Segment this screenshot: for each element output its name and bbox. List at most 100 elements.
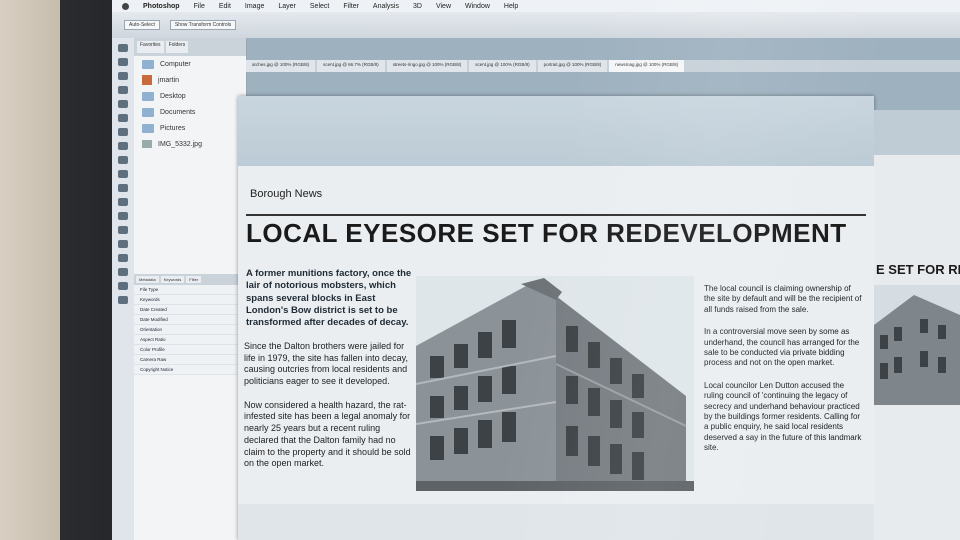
favorite-image-file[interactable]: IMG_5332.jpg xyxy=(134,136,246,152)
shape-tool-icon[interactable] xyxy=(118,268,128,276)
tab-favorites[interactable]: Favorites xyxy=(137,41,164,53)
paragraph: Local councilor Len Dutton accused the r… xyxy=(704,380,862,453)
eraser-tool-icon[interactable] xyxy=(118,184,128,192)
left-column: Since the Dalton brothers were jailed fo… xyxy=(244,341,412,482)
monitor-screen: Photoshop File Edit Image Layer Select F… xyxy=(112,0,960,540)
favorite-label: Computer xyxy=(160,60,191,68)
background-doc-headline: E SET FOR RED xyxy=(876,262,960,277)
dodge-tool-icon[interactable] xyxy=(118,212,128,220)
section-label: Borough News xyxy=(250,188,323,200)
paragraph: In a controversial move seen by some as … xyxy=(704,327,860,368)
metadata-panel: Metadata Keywords Filter File Type Keywo… xyxy=(134,274,246,375)
favorite-pictures[interactable]: Pictures xyxy=(134,120,246,136)
metadata-row[interactable]: Color Profile xyxy=(134,345,246,355)
zoom-tool-icon[interactable] xyxy=(118,296,128,304)
favorite-label: Pictures xyxy=(160,124,186,132)
brush-tool-icon[interactable] xyxy=(118,142,128,150)
tools-panel xyxy=(112,38,135,540)
menu-edit[interactable]: Edit xyxy=(219,3,231,10)
folder-icon xyxy=(142,91,154,101)
menu-bar: Photoshop File Edit Image Layer Select F… xyxy=(112,0,960,12)
menu-3d[interactable]: 3D xyxy=(413,3,422,10)
menu-app-name[interactable]: Photoshop xyxy=(143,3,180,10)
options-bar: Auto-Select Show Transform Controls xyxy=(112,12,960,38)
favorite-documents[interactable]: Documents xyxy=(134,104,246,120)
path-select-tool-icon[interactable] xyxy=(118,254,128,262)
metadata-row[interactable]: Copyright Notice xyxy=(134,365,246,375)
auto-select-checkbox[interactable]: Auto-Select xyxy=(124,20,160,30)
mini-bridge-panel: Favorites Folders Computer jmartin Deskt… xyxy=(134,38,247,540)
eyedropper-tool-icon[interactable] xyxy=(118,114,128,122)
folder-icon xyxy=(142,107,154,117)
history-brush-tool-icon[interactable] xyxy=(118,170,128,178)
menu-select[interactable]: Select xyxy=(310,3,329,10)
right-column: The local council is claiming ownership … xyxy=(704,284,864,465)
clone-stamp-tool-icon[interactable] xyxy=(118,156,128,164)
menu-file[interactable]: File xyxy=(194,3,205,10)
hand-tool-icon[interactable] xyxy=(118,282,128,290)
background-doc-banner xyxy=(874,110,960,155)
favorite-computer[interactable]: Computer xyxy=(134,56,246,72)
favorite-home[interactable]: jmartin xyxy=(134,72,246,88)
doc-tab-active[interactable]: newsmag.jpg @ 100% (RGB/8) xyxy=(609,60,685,72)
show-transform-checkbox[interactable]: Show Transform Controls xyxy=(169,20,237,30)
doc-tab[interactable]: scent.jpg @ 66.7% (RGB/8) xyxy=(317,60,385,72)
marquee-tool-icon[interactable] xyxy=(118,58,128,66)
menu-layer[interactable]: Layer xyxy=(278,3,296,10)
paragraph: Now considered a health hazard, the rat-… xyxy=(244,399,411,469)
tab-metadata[interactable]: Metadata xyxy=(136,276,159,283)
metadata-row[interactable]: File Type xyxy=(134,285,246,295)
paragraph: The local council is claiming ownership … xyxy=(704,284,862,314)
favorite-label: jmartin xyxy=(158,76,180,84)
move-tool-icon[interactable] xyxy=(118,44,128,52)
doc-tab[interactable]: scent.jpg @ 100% (RGB/8) xyxy=(469,60,536,72)
favorite-label: Desktop xyxy=(160,92,186,100)
background-building-illustration xyxy=(874,295,960,405)
favorite-label: Documents xyxy=(160,108,196,116)
document-canvas[interactable]: Borough News LOCAL EYESORE SET FOR REDEV… xyxy=(238,96,874,540)
header-banner xyxy=(238,96,874,166)
metadata-row[interactable]: Date Created xyxy=(134,305,246,315)
computer-icon xyxy=(142,59,154,69)
paragraph: Since the Dalton brothers were jailed fo… xyxy=(244,341,408,387)
quick-select-tool-icon[interactable] xyxy=(118,86,128,94)
menu-filter[interactable]: Filter xyxy=(343,3,359,10)
building-photo xyxy=(416,276,694,491)
gradient-tool-icon[interactable] xyxy=(118,198,128,206)
lasso-tool-icon[interactable] xyxy=(118,72,128,80)
menu-analysis[interactable]: Analysis xyxy=(373,3,399,10)
menu-window[interactable]: Window xyxy=(465,3,490,10)
header-rule xyxy=(246,214,866,216)
tab-folders[interactable]: Folders xyxy=(165,41,189,53)
background-document[interactable]: E SET FOR RED xyxy=(874,110,960,540)
metadata-row[interactable]: Date Modified xyxy=(134,315,246,325)
menu-help[interactable]: Help xyxy=(504,3,518,10)
folder-icon xyxy=(142,123,154,133)
article-lead: A former munitions factory, once the lai… xyxy=(246,268,412,329)
footer-band xyxy=(238,504,874,540)
document-tabs: arches.jpg @ 100% (RGB/8) scent.jpg @ 66… xyxy=(246,60,960,72)
pen-tool-icon[interactable] xyxy=(118,226,128,234)
metadata-tabs: Metadata Keywords Filter xyxy=(134,274,246,285)
doc-tab[interactable]: arches.jpg @ 100% (RGB/8) xyxy=(246,60,316,72)
apple-icon[interactable] xyxy=(122,2,129,10)
bridge-tabs: Favorites Folders xyxy=(134,38,246,56)
crop-tool-icon[interactable] xyxy=(118,100,128,108)
metadata-row[interactable]: Orientation xyxy=(134,325,246,335)
doc-tab[interactable]: streets-ringo.jpg @ 100% (RGB/8) xyxy=(386,60,468,72)
healing-tool-icon[interactable] xyxy=(118,128,128,136)
image-file-icon xyxy=(142,140,152,148)
metadata-row[interactable]: Keywords xyxy=(134,295,246,305)
metadata-row[interactable]: Aspect Ratio xyxy=(134,335,246,345)
tab-filter[interactable]: Filter xyxy=(186,276,202,283)
menu-view[interactable]: View xyxy=(436,3,451,10)
menu-image[interactable]: Image xyxy=(245,3,264,10)
favorite-label: IMG_5332.jpg xyxy=(158,140,202,148)
favorite-desktop[interactable]: Desktop xyxy=(134,88,246,104)
metadata-row[interactable]: Camera Raw xyxy=(134,355,246,365)
tab-keywords[interactable]: Keywords xyxy=(160,276,185,283)
type-tool-icon[interactable] xyxy=(118,240,128,248)
article-headline: LOCAL EYESORE SET FOR REDEVELOPMENT xyxy=(246,218,847,248)
home-icon xyxy=(142,75,152,85)
doc-tab[interactable]: portrait.jpg @ 100% (RGB/8) xyxy=(537,60,608,72)
